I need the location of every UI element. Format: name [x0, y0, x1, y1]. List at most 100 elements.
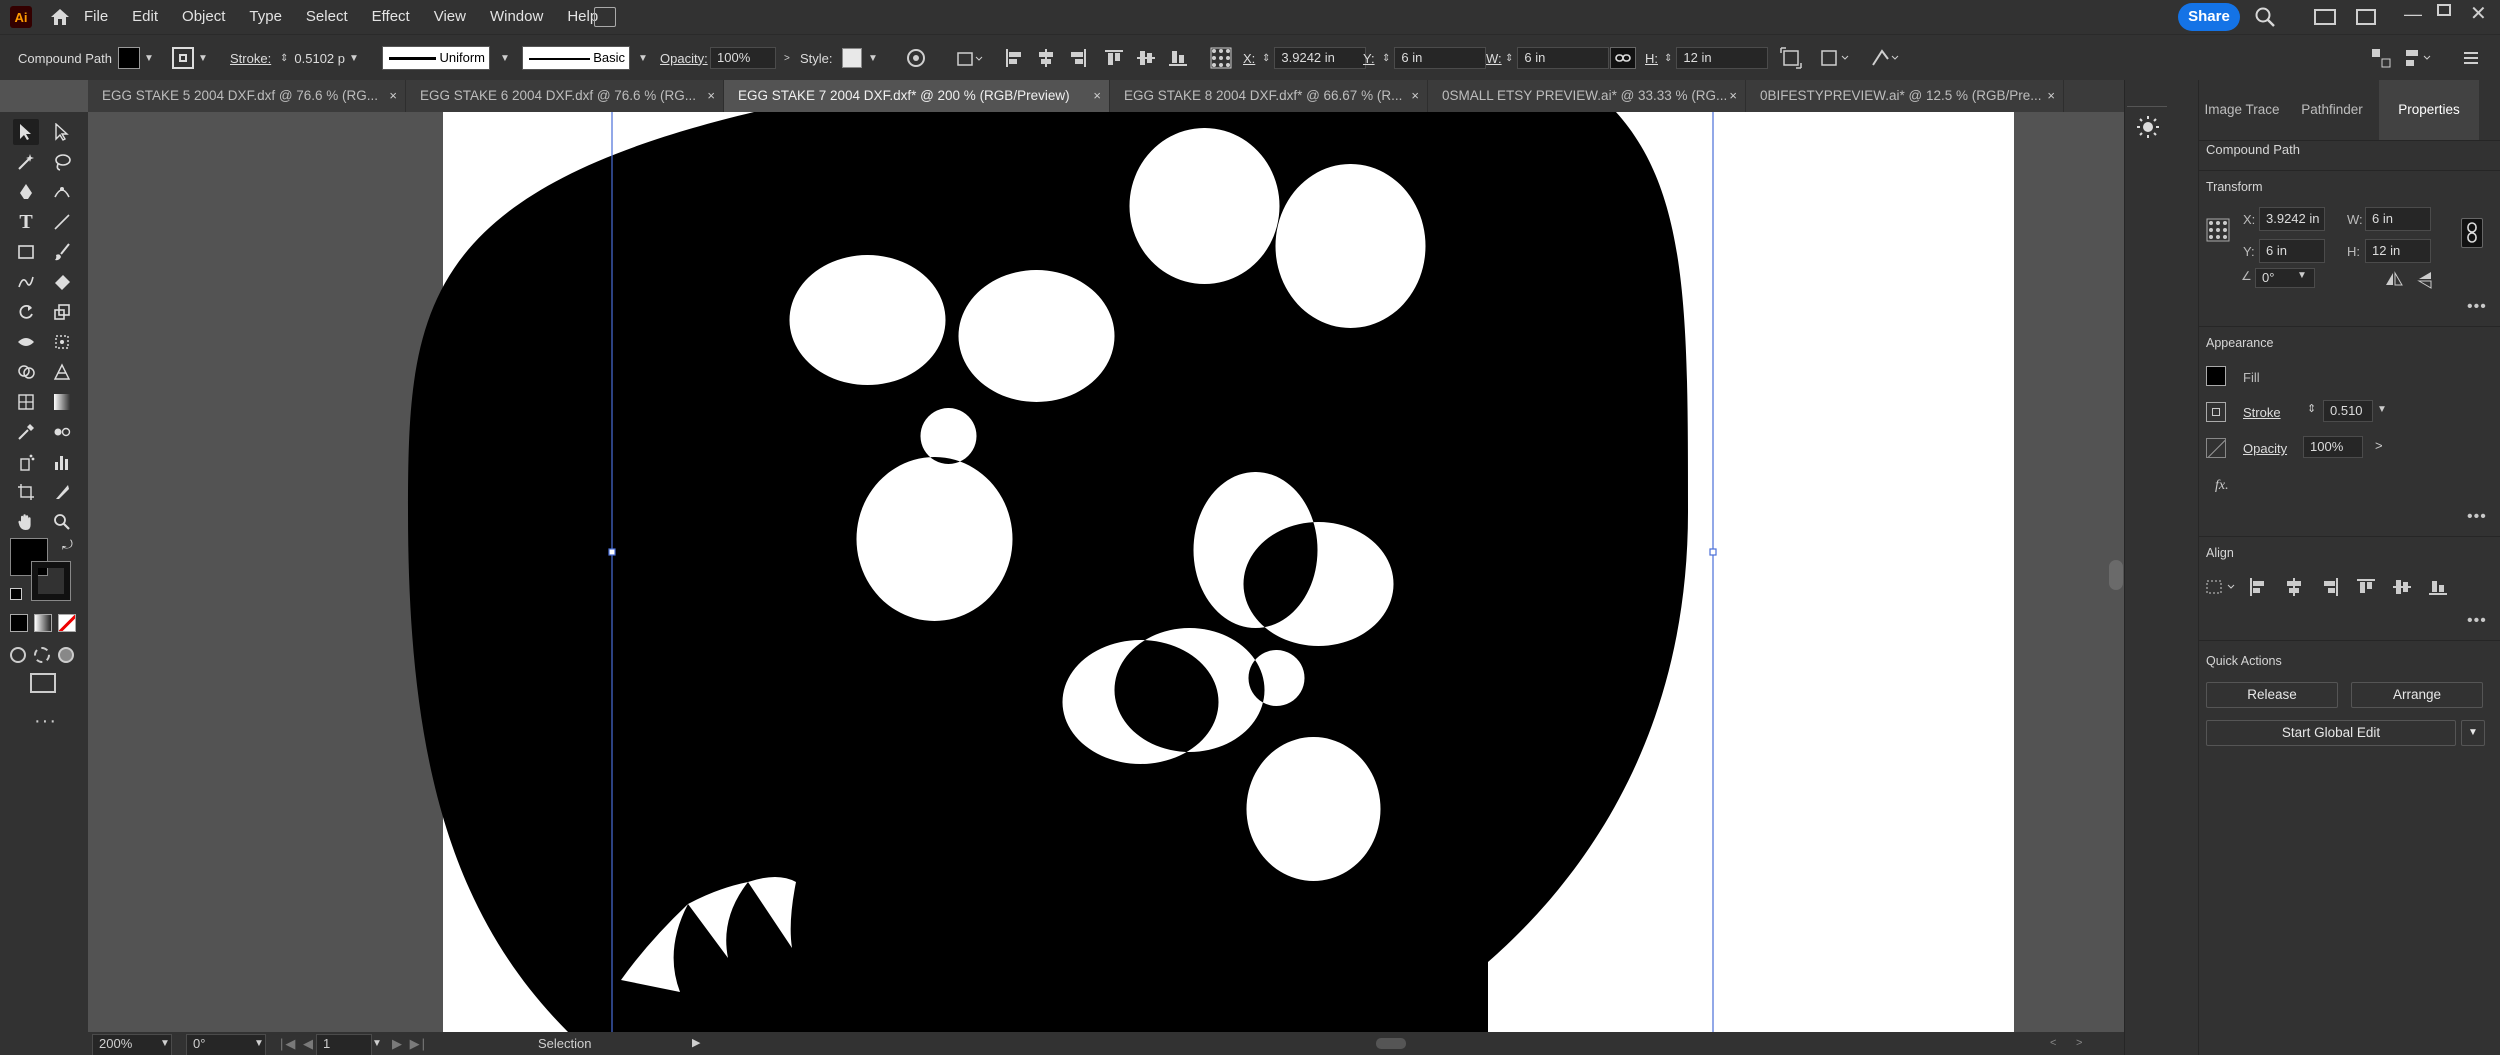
release-button[interactable]: Release	[2206, 682, 2338, 708]
tab-egg-stake-8[interactable]: EGG STAKE 8 2004 DXF.dxf* @ 66.67 % (R..…	[1110, 80, 1428, 112]
align-center-icon[interactable]	[1036, 35, 1056, 81]
line-tool-icon[interactable]	[49, 209, 75, 235]
pen-tool-icon[interactable]	[13, 179, 39, 205]
align-left-icon[interactable]	[1004, 35, 1024, 81]
opacity-field[interactable]: 100%	[2303, 436, 2363, 458]
angle-dropdown-icon[interactable]: ▼	[2297, 270, 2307, 281]
align-right-icon[interactable]	[1068, 35, 1088, 81]
vertical-scrollbar-thumb[interactable]	[2109, 560, 2123, 590]
tab-pathfinder[interactable]: Pathfinder	[2285, 80, 2379, 140]
horizontal-scrollbar-thumb[interactable]	[1376, 1038, 1406, 1049]
perspective-grid-tool-icon[interactable]	[49, 359, 75, 385]
align-to-icon[interactable]	[956, 35, 984, 81]
variable-width-profile[interactable]: Uniform ▼	[382, 35, 510, 81]
first-artboard-icon[interactable]: |◀ ◀	[280, 1032, 315, 1055]
draw-normal-icon[interactable]	[10, 647, 26, 663]
column-graph-tool-icon[interactable]	[49, 449, 75, 475]
tab-close-icon[interactable]: ×	[1093, 80, 1101, 112]
symbol-sprayer-tool-icon[interactable]	[13, 449, 39, 475]
align-top-icon[interactable]	[2357, 578, 2375, 599]
menu-window[interactable]: Window	[478, 0, 555, 34]
maximize-icon[interactable]	[2437, 4, 2451, 16]
zoom-tool-icon[interactable]	[49, 509, 75, 535]
shape-builder-tool-icon[interactable]	[13, 359, 39, 385]
none-mode-icon[interactable]	[58, 614, 76, 632]
reference-point-icon[interactable]	[1210, 35, 1232, 81]
tab-egg-stake-6[interactable]: EGG STAKE 6 2004 DXF.dxf @ 76.6 % (RG...…	[406, 80, 724, 112]
tab-close-icon[interactable]: ×	[389, 80, 397, 112]
width-tool-icon[interactable]	[13, 329, 39, 355]
fx-effects-button[interactable]: fx.	[2215, 478, 2229, 494]
swap-fill-stroke-icon[interactable]: ⤾	[62, 537, 73, 553]
fill-swatch[interactable]: ▼	[118, 35, 154, 81]
paintbrush-tool-icon[interactable]	[49, 239, 75, 265]
rectangle-tool-icon[interactable]	[13, 239, 39, 265]
blend-tool-icon[interactable]	[49, 419, 75, 445]
transform-h-field[interactable]: 12 in	[2365, 239, 2431, 263]
more-tools-icon[interactable]: ···	[34, 710, 57, 733]
next-artboard-icon[interactable]: ▶ ▶|	[392, 1032, 427, 1055]
w-field[interactable]: 6 in	[1517, 47, 1610, 69]
zoom-dropdown-icon[interactable]: ▼	[160, 1032, 170, 1055]
minimize-icon[interactable]: —	[2404, 4, 2422, 25]
start-global-edit-button[interactable]: Start Global Edit	[2206, 720, 2456, 746]
constrain-proportions-icon[interactable]	[1610, 35, 1636, 81]
recolor-icon[interactable]	[906, 35, 926, 81]
fill-swatch[interactable]	[2206, 366, 2226, 386]
color-mode-icon[interactable]	[10, 614, 28, 632]
panel-toggle-icon[interactable]	[2356, 9, 2376, 25]
status-menu-icon[interactable]: ▶	[692, 1032, 700, 1055]
menu-effect[interactable]: Effect	[360, 0, 422, 34]
hand-tool-icon[interactable]	[13, 509, 39, 535]
tab-bifesty-preview[interactable]: 0BIFESTYPREVIEW.ai* @ 12.5 % (RGB/Pre...…	[1746, 80, 2064, 112]
x-field[interactable]: 3.9242 in	[1274, 47, 1367, 69]
artboard-dropdown-icon[interactable]: ▼	[372, 1032, 382, 1055]
arrange-icon[interactable]	[2370, 35, 2392, 81]
menu-object[interactable]: Object	[170, 0, 237, 34]
draw-behind-icon[interactable]	[34, 647, 50, 663]
tab-properties[interactable]: Properties	[2379, 80, 2479, 140]
menu-file[interactable]: File	[72, 0, 120, 34]
selection-tool-icon[interactable]	[13, 119, 39, 145]
align-middle-icon[interactable]	[1136, 35, 1156, 81]
rotate-tool-icon[interactable]	[13, 299, 39, 325]
align-left-icon[interactable]	[2249, 578, 2267, 599]
default-colors-icon[interactable]	[10, 588, 22, 600]
menu-edit[interactable]: Edit	[120, 0, 170, 34]
tab-close-icon[interactable]: ×	[2047, 80, 2055, 112]
stroke-stepper-icon[interactable]: ⇕	[2307, 402, 2316, 415]
align-right-icon[interactable]	[2321, 578, 2339, 599]
direct-selection-tool-icon[interactable]	[49, 119, 75, 145]
transform-x-field[interactable]: 3.9242 in	[2259, 207, 2325, 231]
more-options-icon[interactable]: •••	[2467, 298, 2487, 316]
tab-close-icon[interactable]: ×	[1411, 80, 1419, 112]
tab-egg-stake-5[interactable]: EGG STAKE 5 2004 DXF.dxf @ 76.6 % (RG...…	[88, 80, 406, 112]
gradient-tool-icon[interactable]	[49, 389, 75, 415]
tab-egg-stake-7[interactable]: EGG STAKE 7 2004 DXF.dxf* @ 200 % (RGB/P…	[724, 80, 1110, 112]
screen-mode-icon[interactable]	[30, 673, 56, 693]
opacity-label[interactable]: Opacity:	[660, 35, 708, 81]
free-transform-tool-icon[interactable]	[49, 329, 75, 355]
y-field[interactable]: 6 in	[1394, 47, 1487, 69]
rotation-dropdown-icon[interactable]: ▼	[254, 1032, 264, 1055]
scale-tool-icon[interactable]	[49, 299, 75, 325]
brightness-icon[interactable]	[2135, 114, 2161, 145]
stroke-link[interactable]: Stroke	[2243, 405, 2281, 420]
home-icon[interactable]	[48, 5, 72, 29]
reference-point-icon[interactable]	[2206, 218, 2230, 245]
eraser-tool-icon[interactable]	[49, 269, 75, 295]
artboard-number-field[interactable]: 1	[316, 1034, 372, 1055]
h-field[interactable]: 12 in	[1676, 47, 1769, 69]
stroke-swatch[interactable]: ▼	[172, 35, 208, 81]
opacity-arrow-icon[interactable]: >	[2375, 438, 2383, 453]
select-similar-icon[interactable]	[1870, 35, 1902, 81]
menu-type[interactable]: Type	[237, 0, 294, 34]
arrange-button[interactable]: Arrange	[2351, 682, 2483, 708]
menu-select[interactable]: Select	[294, 0, 360, 34]
panel-menu-icon[interactable]	[2462, 35, 2480, 81]
stroke-weight-field[interactable]: ⇕ 0.5102 p ▼	[280, 35, 359, 81]
menu-view[interactable]: View	[422, 0, 478, 34]
scroll-right-icon[interactable]: >	[2076, 1032, 2082, 1055]
align-to-selection-icon[interactable]	[2206, 577, 2240, 600]
stroke-label[interactable]: Stroke:	[230, 35, 271, 81]
